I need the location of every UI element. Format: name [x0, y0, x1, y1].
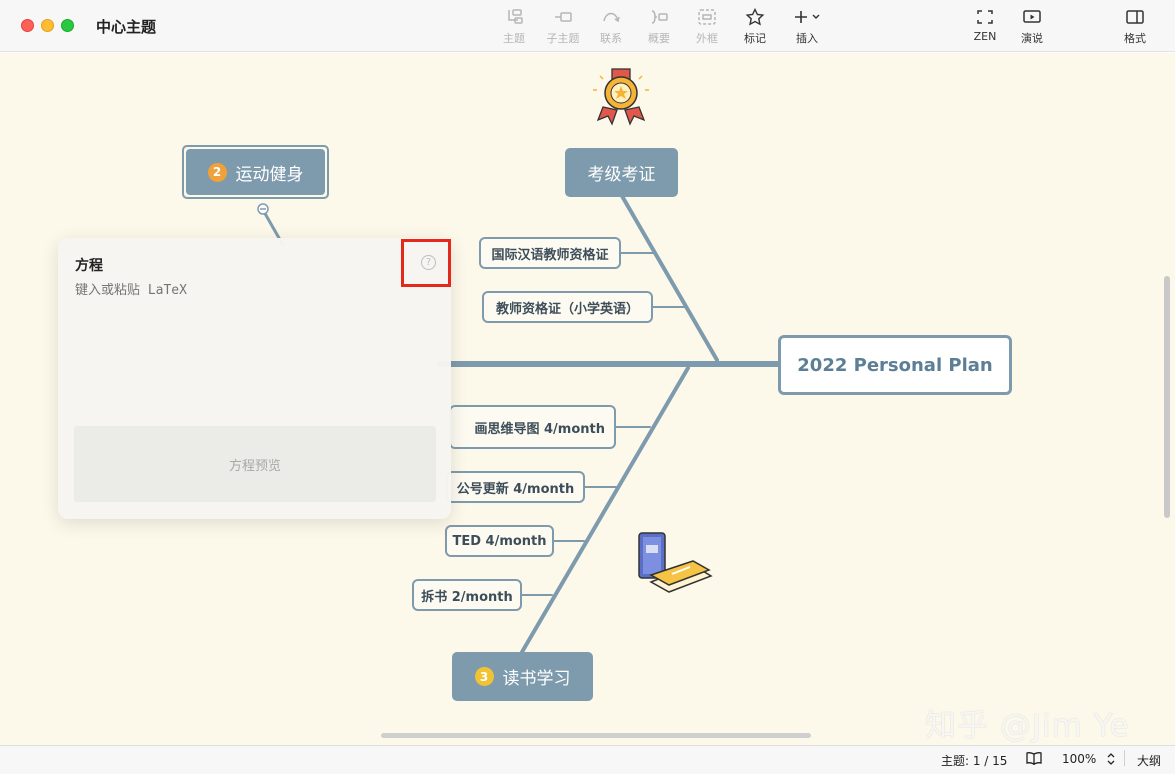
zoom-level[interactable]: 100% [1062, 752, 1096, 766]
format-label: 格式 [1124, 32, 1146, 45]
boundary-label: 外框 [696, 32, 718, 45]
outline-button[interactable]: 大纲 [1137, 752, 1161, 769]
star-icon [730, 7, 780, 28]
subtopic-read-2[interactable]: 公号更新 4/month [446, 471, 585, 503]
topic-reading[interactable]: 3 读书学习 [452, 652, 593, 701]
present-button[interactable]: 演说 [1007, 8, 1057, 46]
subtopic-label: 子主题 [546, 32, 580, 45]
relationship-icon [586, 8, 636, 28]
present-label: 演说 [1021, 32, 1043, 45]
topic-fitness-label: 运动健身 [235, 164, 304, 185]
relationship-button[interactable]: 联系 [586, 8, 636, 46]
marker-label: 标记 [744, 32, 766, 45]
subtopic-read-4[interactable]: 拆书 2/month [412, 579, 522, 611]
highlight-annotation [401, 239, 451, 287]
format-button[interactable]: 格式 [1110, 8, 1160, 46]
status-bar: 主题: 1 / 15 100% 大纲 [0, 745, 1175, 774]
zoom-window-button[interactable] [61, 19, 74, 32]
watermark: 知乎 @Jim Ye [925, 708, 1130, 744]
zoom-stepper-icon[interactable] [1106, 751, 1116, 770]
play-screen-icon [1007, 8, 1057, 28]
topic-reading-label: 读书学习 [502, 669, 571, 689]
subtopic-read-1[interactable]: 画思维导图 4/month [449, 405, 616, 449]
subtopic-read-3[interactable]: TED 4/month [445, 525, 554, 557]
insert-button[interactable]: 插入 [782, 8, 832, 46]
boundary-icon [682, 8, 732, 28]
vertical-scrollbar[interactable] [1164, 276, 1170, 518]
topic-label: 主题 [503, 32, 525, 45]
books-icon [638, 532, 713, 593]
toolbar: 中心主题 主题 子主题 联系 概要 外框 标记 插入 ZEN 演说 格式 [0, 0, 1175, 52]
zen-label: ZEN [973, 30, 997, 43]
subtopic-button[interactable]: 子主题 [538, 8, 588, 46]
topic-button[interactable]: 主题 [489, 8, 539, 46]
summary-button[interactable]: 概要 [634, 8, 684, 46]
medal-icon [593, 68, 649, 126]
central-topic[interactable]: 2022 Personal Plan [778, 335, 1012, 395]
subtopic-cert-2[interactable]: 教师资格证（小学英语） [482, 291, 653, 323]
close-window-button[interactable] [21, 19, 34, 32]
minimize-window-button[interactable] [41, 19, 54, 32]
subtopic-cert-1[interactable]: 国际汉语教师资格证 [479, 237, 621, 269]
insert-label: 插入 [796, 32, 818, 45]
subtopic-icon [538, 8, 588, 28]
equation-popup: 方程 ? 方程预览 [58, 238, 451, 519]
sidebar-panel-icon [1110, 8, 1160, 28]
priority-2-icon: 2 [207, 162, 227, 182]
boundary-button[interactable]: 外框 [682, 8, 732, 46]
book-icon[interactable] [1026, 751, 1042, 768]
equation-preview: 方程预览 [74, 426, 436, 502]
equation-popup-title: 方程 [75, 258, 103, 274]
plus-chevron-down-icon [782, 8, 832, 28]
summary-icon [634, 8, 684, 28]
zen-button[interactable]: ZEN [960, 8, 1010, 43]
window-title: 中心主题 [96, 18, 157, 36]
fullscreen-icon [960, 8, 1010, 28]
topic-certification[interactable]: 考级考证 [565, 148, 678, 197]
mindmap-canvas[interactable]: 2 运动健身 考级考证 3 读书学习 2022 Personal Plan 国际… [0, 53, 1175, 745]
horizontal-scrollbar[interactable] [381, 733, 811, 738]
topic-certification-label: 考级考证 [587, 165, 656, 185]
topic-fitness[interactable]: 2 运动健身 [182, 145, 329, 199]
summary-label: 概要 [648, 32, 670, 45]
topic-count: 主题: 1 / 15 [941, 754, 1008, 768]
relationship-label: 联系 [600, 32, 622, 45]
priority-3-icon: 3 [474, 667, 494, 686]
marker-button[interactable]: 标记 [730, 7, 780, 46]
divider [1124, 750, 1125, 766]
latex-input[interactable] [75, 283, 375, 298]
topic-icon [489, 8, 539, 28]
